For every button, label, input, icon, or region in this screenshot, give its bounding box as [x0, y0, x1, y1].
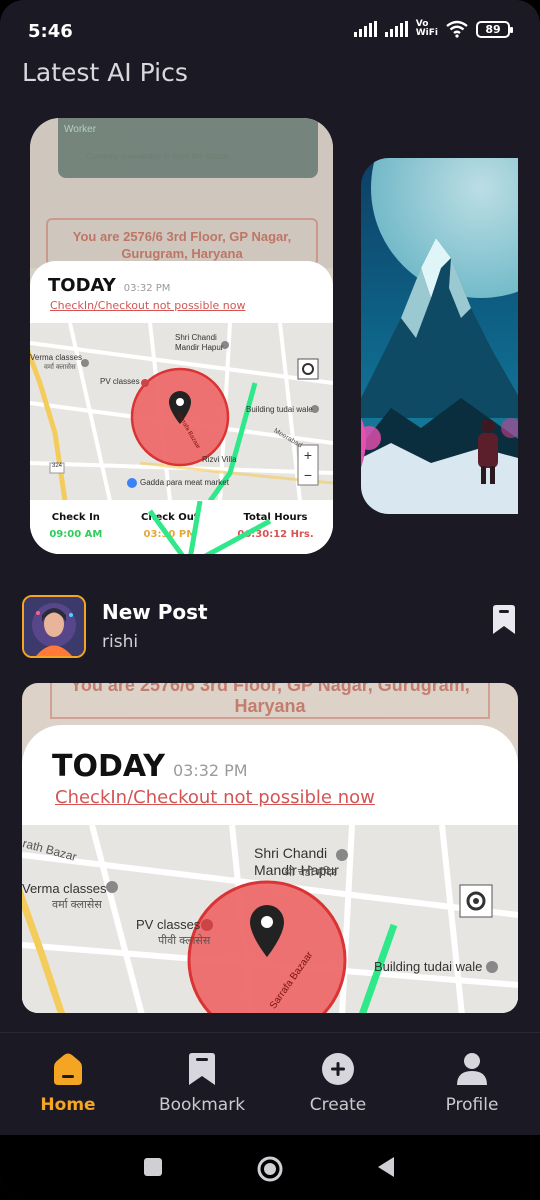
post-today-time: 03:32 PM: [172, 761, 248, 780]
person-icon: [457, 1053, 487, 1085]
signal-icon: [353, 21, 377, 37]
map-label-building: Building tudai wale: [246, 405, 313, 414]
post-map-label-classes-hindi: वर्मा क्लासेस: [52, 899, 102, 911]
home-system-icon[interactable]: [256, 1155, 284, 1183]
green-route-overlay: [147, 501, 272, 554]
post-title: New Post: [102, 600, 208, 624]
recents-icon[interactable]: [143, 1157, 163, 1177]
nav-profile-label: Profile: [445, 1095, 499, 1115]
carousel-card-mountain[interactable]: [361, 158, 518, 514]
checkin-warning: CheckIn/Checkout not possible now: [50, 299, 246, 312]
nav-create[interactable]: Create: [278, 1051, 398, 1115]
carousel-card-screenshot[interactable]: Worker Currently unavailable to fetch th…: [30, 118, 333, 554]
today-row: TODAY 03:32 PM: [48, 275, 170, 296]
status-time: 5:46: [28, 21, 73, 42]
svg-text:−: −: [304, 467, 312, 483]
nav-bookmark-label: Bookmark: [158, 1095, 246, 1115]
vowifi-indicator: Vo WiFi: [415, 19, 438, 38]
bookmark-icon: [493, 605, 515, 634]
map-label-gadda: Gadda para meat market: [140, 478, 229, 487]
map-view[interactable]: + − Shri Chandi Mandir Hapur Verma class…: [30, 323, 333, 501]
home-icon: [54, 1053, 82, 1085]
nav-create-label: Create: [309, 1095, 367, 1115]
check-in-label: Check In: [51, 512, 100, 523]
avatar[interactable]: [22, 595, 86, 658]
mountain-artwork: [361, 158, 518, 514]
bookmark-button[interactable]: [490, 604, 518, 636]
today-label: TODAY: [48, 275, 116, 296]
nav-home-label: Home: [40, 1095, 96, 1115]
faded-worker-strip: Worker: [58, 118, 318, 178]
avatar-image: [24, 597, 84, 656]
map-label-road-num: 324: [52, 463, 63, 469]
map-label-rizvi: Rizvi Villa: [202, 455, 237, 464]
post-map-label-building: Building tudai wale: [374, 959, 483, 974]
map-label-classes: Verma classes: [30, 353, 83, 362]
section-title: Latest AI Pics: [22, 58, 188, 87]
attendance-panel: TODAY 03:32 PM CheckIn/Checkout not poss…: [30, 261, 333, 554]
post-attendance-panel: TODAY 03:32 PM CheckIn/Checkout not poss…: [22, 725, 518, 1013]
check-in-col: Check In 09:00 AM: [49, 512, 102, 554]
status-bar: 5:46 Vo WiFi 89: [0, 0, 540, 56]
back-icon[interactable]: [376, 1156, 396, 1178]
post-today-label: TODAY: [52, 749, 165, 784]
map-label-temple: Shri Chandi Mandir Hapur: [175, 333, 224, 352]
map-label-pv: PV classes: [100, 377, 140, 386]
faded-status-text: Currently unavailable to fetch the Statu…: [86, 152, 231, 161]
post-checkin-warning: CheckIn/Checkout not possible now: [55, 787, 375, 808]
post-image[interactable]: You are 2576/6 3rd Floor, GP Nagar, Guru…: [22, 683, 518, 1013]
post-map-label-pv-hindi: पीवी क्लासेस: [158, 935, 211, 947]
nav-profile[interactable]: Profile: [412, 1051, 532, 1115]
system-nav-bar: [0, 1135, 540, 1200]
post-author[interactable]: rishi: [102, 632, 138, 652]
bookmark-icon: [189, 1053, 215, 1085]
post-map-label-pv: PV classes: [136, 917, 201, 932]
app-screen: 5:46 Vo WiFi 89 Latest AI Pics Worker Cu…: [0, 0, 540, 1200]
post-today-row: TODAY 03:32 PM: [52, 749, 248, 784]
post-faded-address: You are 2576/6 3rd Floor, GP Nagar, Guru…: [50, 683, 490, 719]
battery-icon: 89: [476, 20, 513, 38]
signal-icon-2: [384, 21, 408, 37]
plus-circle-icon: [322, 1053, 354, 1085]
nav-home[interactable]: Home: [8, 1051, 128, 1115]
post-map-view: Shri Chandi Mandir Hapur श्री चंडी मंदिर…: [22, 825, 518, 1013]
nav-bookmark[interactable]: Bookmark: [142, 1051, 262, 1115]
map-label-classes-hindi: वर्मा क्लासेस: [44, 364, 76, 371]
post-map-label-classes: Verma classes: [22, 881, 107, 896]
bottom-nav: Home Bookmark Create Profile: [0, 1032, 540, 1135]
status-icons: Vo WiFi 89: [353, 19, 513, 38]
svg-text:+: +: [304, 447, 312, 463]
wifi-icon: [446, 20, 468, 38]
today-time: 03:32 PM: [123, 283, 171, 294]
battery-level: 89: [485, 22, 501, 36]
faded-address: You are 2576/6 3rd Floor, GP Nagar, Guru…: [46, 218, 318, 266]
faded-worker-label: Worker: [64, 124, 97, 135]
post-map-label-temple-hindi: श्री चंडी मंदिर: [284, 867, 337, 879]
check-in-value: 09:00 AM: [49, 529, 103, 540]
